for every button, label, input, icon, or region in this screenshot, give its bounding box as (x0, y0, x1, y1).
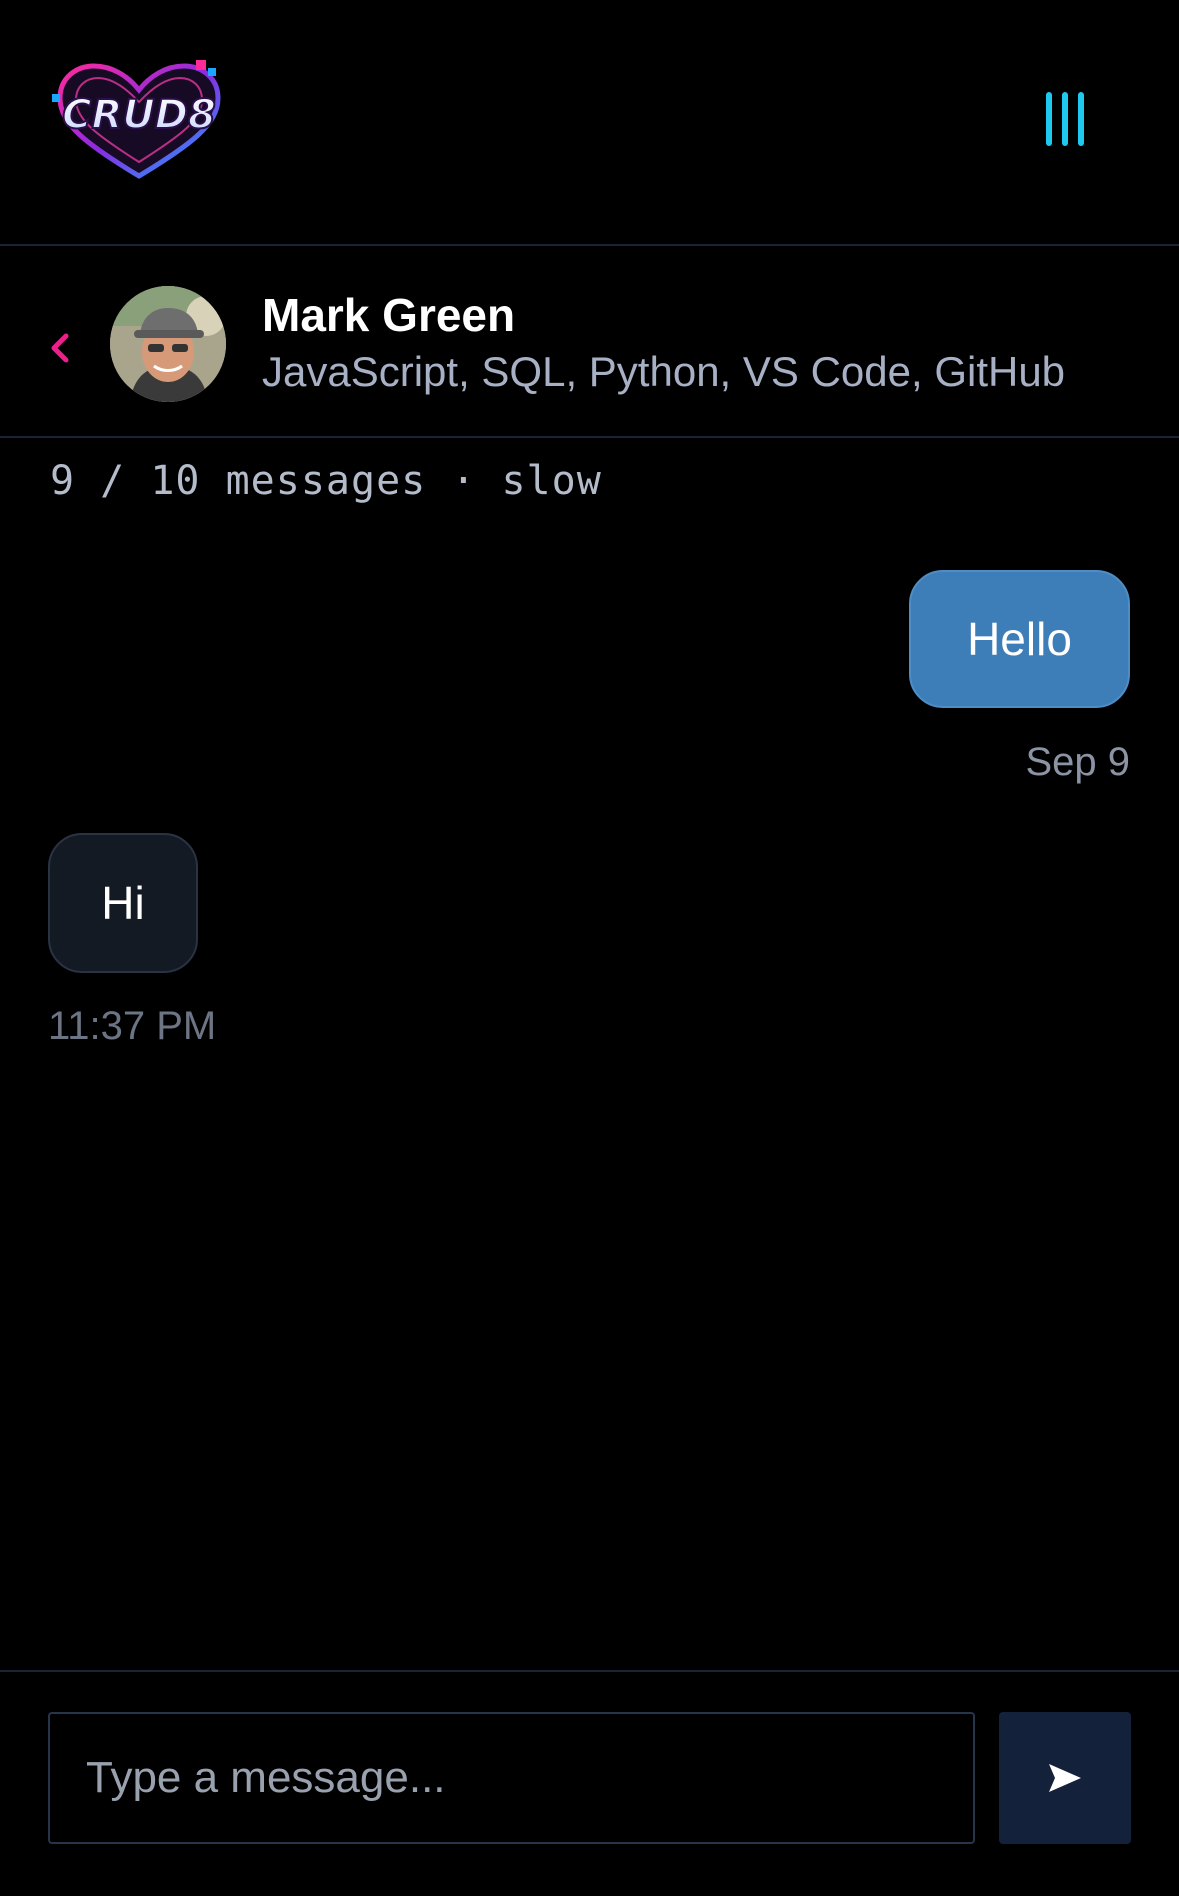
contact-name: Mark Green (262, 289, 516, 341)
crud8-logo[interactable]: CRUD8 (46, 58, 232, 184)
contact-skills: JavaScript, SQL, Python, VS Code, GitHub (262, 348, 1066, 395)
chat-header: Mark Green JavaScript, SQL, Python, VS C… (0, 248, 1179, 438)
menu-bar (1046, 92, 1052, 146)
chevron-left-icon (51, 333, 69, 363)
message-composer (0, 1670, 1179, 1896)
avatar[interactable] (110, 286, 226, 402)
message-input[interactable] (48, 1712, 975, 1844)
send-button[interactable] (999, 1712, 1131, 1844)
menu-button[interactable] (1036, 88, 1094, 150)
heart-logo-icon: CRUD8 (52, 60, 221, 179)
incoming-message-bubble: Hi (48, 833, 198, 973)
logo-text: CRUD8 (62, 92, 216, 138)
menu-bar (1078, 92, 1084, 146)
message-text: Hi (101, 877, 145, 929)
message-timestamp: 11:37 PM (48, 1004, 217, 1048)
message-timestamp: Sep 9 (1025, 740, 1130, 784)
top-bar: CRUD8 (0, 0, 1179, 246)
back-button[interactable] (46, 328, 76, 368)
message-count-status: 9 / 10 messages · slow (50, 458, 602, 504)
chat-app: CRUD8 Mark Green JavaScript, SQL, Python… (0, 0, 1179, 1896)
send-arrow-icon (1049, 1764, 1081, 1792)
message-text: Hello (967, 613, 1072, 665)
user-photo (110, 286, 226, 402)
menu-bar (1062, 92, 1068, 146)
outgoing-message-bubble: Hello (909, 570, 1130, 708)
